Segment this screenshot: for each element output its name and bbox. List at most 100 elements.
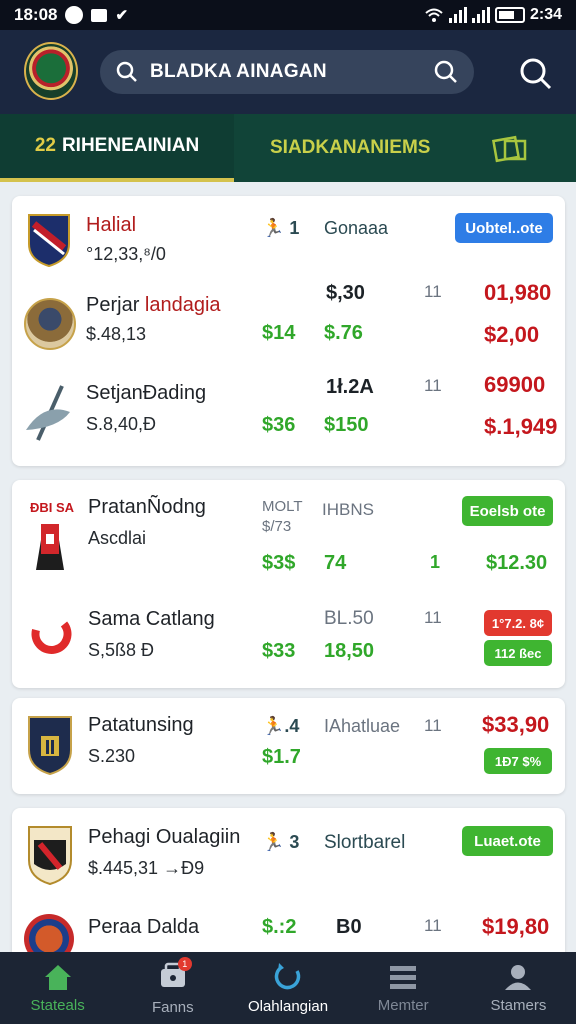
notification-badge: 1 (177, 956, 192, 971)
price-a: $1.7 (262, 746, 301, 768)
club-name: Pehagi Oualagiin (88, 826, 241, 848)
match-card[interactable]: Halial °12,33,⁸/0 🏃 1 Gonaaa Uobtel..ote… (12, 196, 565, 466)
price-e: 01,980 (484, 280, 552, 305)
stat-label: IHBNS (322, 500, 374, 519)
signal-icon-2 (471, 7, 490, 23)
price-f: $.1,949 (484, 414, 558, 439)
price-b: 18,50 (324, 640, 375, 662)
nav-item-refresh[interactable]: Olahlangian (230, 952, 345, 1024)
odds-pill-green[interactable]: 112 ßec (484, 640, 552, 666)
axe-logo-icon (26, 385, 70, 441)
price-e: $33,90 (482, 712, 550, 737)
tab-tickets-icon[interactable] (490, 114, 530, 182)
status-pill[interactable]: Luaet.ote (462, 826, 553, 856)
price-c: $,30 (326, 282, 365, 304)
eagle-crest-icon (28, 826, 72, 886)
stat-runner: 🏃 1 (262, 218, 300, 238)
status-bar: 18:08 ✔ 2:34 (0, 0, 576, 30)
match-card[interactable]: Pehagi Oualagiin $.445,31 →Ð9 🏃 3 Slortb… (12, 808, 565, 968)
price-c: 1 (430, 552, 441, 572)
signal-icon (448, 7, 467, 23)
refresh-icon (274, 962, 301, 989)
badge-text: ĐBI SA (30, 500, 75, 515)
price-c: BL.50 (324, 608, 374, 629)
count: 11 (424, 716, 442, 735)
club-name: SetjanĐading (86, 382, 207, 404)
status-clock: 2:34 (529, 6, 562, 23)
price-a: $3$ (262, 552, 296, 574)
search-icon-inner[interactable] (434, 60, 458, 84)
check-icon: ✔ (115, 7, 129, 24)
player-name-b: landagia (144, 294, 221, 316)
team-value: °12,33,⁸/0 (86, 244, 166, 264)
home-icon (44, 964, 71, 990)
price-c: 1ł.2A (326, 376, 374, 398)
count: 11 (424, 376, 442, 395)
price-e: $19,80 (482, 914, 550, 939)
nav-item-menu[interactable]: Memter (346, 952, 461, 1024)
menu-icon (390, 965, 417, 989)
status-time: 18:08 (14, 5, 58, 24)
price-a: $14 (262, 322, 296, 344)
tower-crest-icon (36, 524, 64, 570)
team-crest-icon (28, 214, 70, 268)
club-sub: Ascdlai (88, 528, 147, 548)
profile-icon (505, 964, 532, 990)
battery-icon (494, 7, 525, 23)
tab-siadkananiems[interactable]: SIADKANANIEMS (270, 114, 430, 182)
price-b: $.76 (324, 322, 363, 344)
player-name-a: Perjar (86, 294, 140, 316)
player-value: $.48,13 (86, 324, 147, 344)
stat-label: Slortbarel (324, 832, 406, 853)
price-f: $2,00 (484, 322, 540, 347)
stat-top: MOLT (262, 498, 303, 515)
status-pill[interactable]: Eoelsb ote (462, 496, 553, 526)
club-logo-icon[interactable] (24, 42, 78, 100)
shield-crest-icon (28, 716, 72, 776)
price-b: 74 (324, 552, 347, 574)
match-card[interactable]: ĐBI SA PratanÑodng Ascdlai MOLT $/73 IHB… (12, 480, 565, 688)
club-value: $.445,31 →Ð9 (88, 858, 205, 878)
match-card[interactable]: Patatunsing S.230 🏃.4 $1.7 IAhatluae 11 … (12, 698, 565, 794)
odds-pill-green[interactable]: 1Ð7 $% (484, 748, 552, 774)
app-header: BLADKA AINAGAN (0, 30, 576, 114)
club-value: S.230 (88, 746, 136, 766)
bottom-nav: Stateals 1 Fanns Olahlangian Memter Stam… (0, 952, 576, 1024)
club-name: Sama Catlang (88, 608, 215, 630)
tab-bar: 22 RIHENEAINIAN SIADKANANIEMS (0, 114, 576, 182)
red-logo-icon (31, 621, 72, 654)
search-icon (116, 61, 137, 82)
nav-item-home[interactable]: Stateals (0, 952, 115, 1024)
count: 11 (424, 282, 442, 301)
club-name: PratanÑodng (88, 496, 206, 518)
nav-item-shop[interactable]: 1 Fanns (115, 952, 230, 1024)
odds-pill-red[interactable]: 1°7.2. 8¢ (484, 610, 552, 636)
wifi-icon (425, 8, 443, 22)
club-name: Patatunsing (88, 714, 194, 736)
price-a: $.:2 (262, 916, 297, 938)
club-value: S,5ß8 Ð (88, 640, 155, 660)
club-value: S.8,40,Ð (86, 414, 157, 434)
search-input[interactable]: BLADKA AINAGAN (150, 61, 434, 83)
status-pill[interactable]: Uobtel..ote (455, 213, 553, 243)
price-e: 69900 (484, 372, 546, 397)
tab-rheneainian[interactable]: 22 RIHENEAINIAN (0, 114, 234, 182)
club-name: Peraa Dalda (88, 916, 200, 938)
stat-bottom: $/73 (262, 518, 292, 535)
team-name: Halial (86, 214, 137, 236)
price-a: $36 (262, 414, 296, 436)
count: 11 (424, 916, 442, 935)
stat-runner: 🏃.4 (262, 716, 300, 736)
nav-item-profile[interactable]: Stamers (461, 952, 576, 1024)
player-avatar-icon (24, 298, 76, 350)
price-b: B0 (336, 916, 362, 938)
price-a: $33 (262, 640, 296, 662)
search-button-icon[interactable] (518, 56, 554, 92)
price-e: $12.30 (486, 552, 548, 574)
message-icon (91, 8, 108, 22)
stat-runner: 🏃 3 (262, 832, 300, 852)
search-bar[interactable]: BLADKA AINAGAN (100, 50, 474, 94)
price-b: $150 (324, 414, 369, 436)
ticket-icon (492, 135, 527, 163)
stat-label: Gonaaa (324, 218, 389, 238)
